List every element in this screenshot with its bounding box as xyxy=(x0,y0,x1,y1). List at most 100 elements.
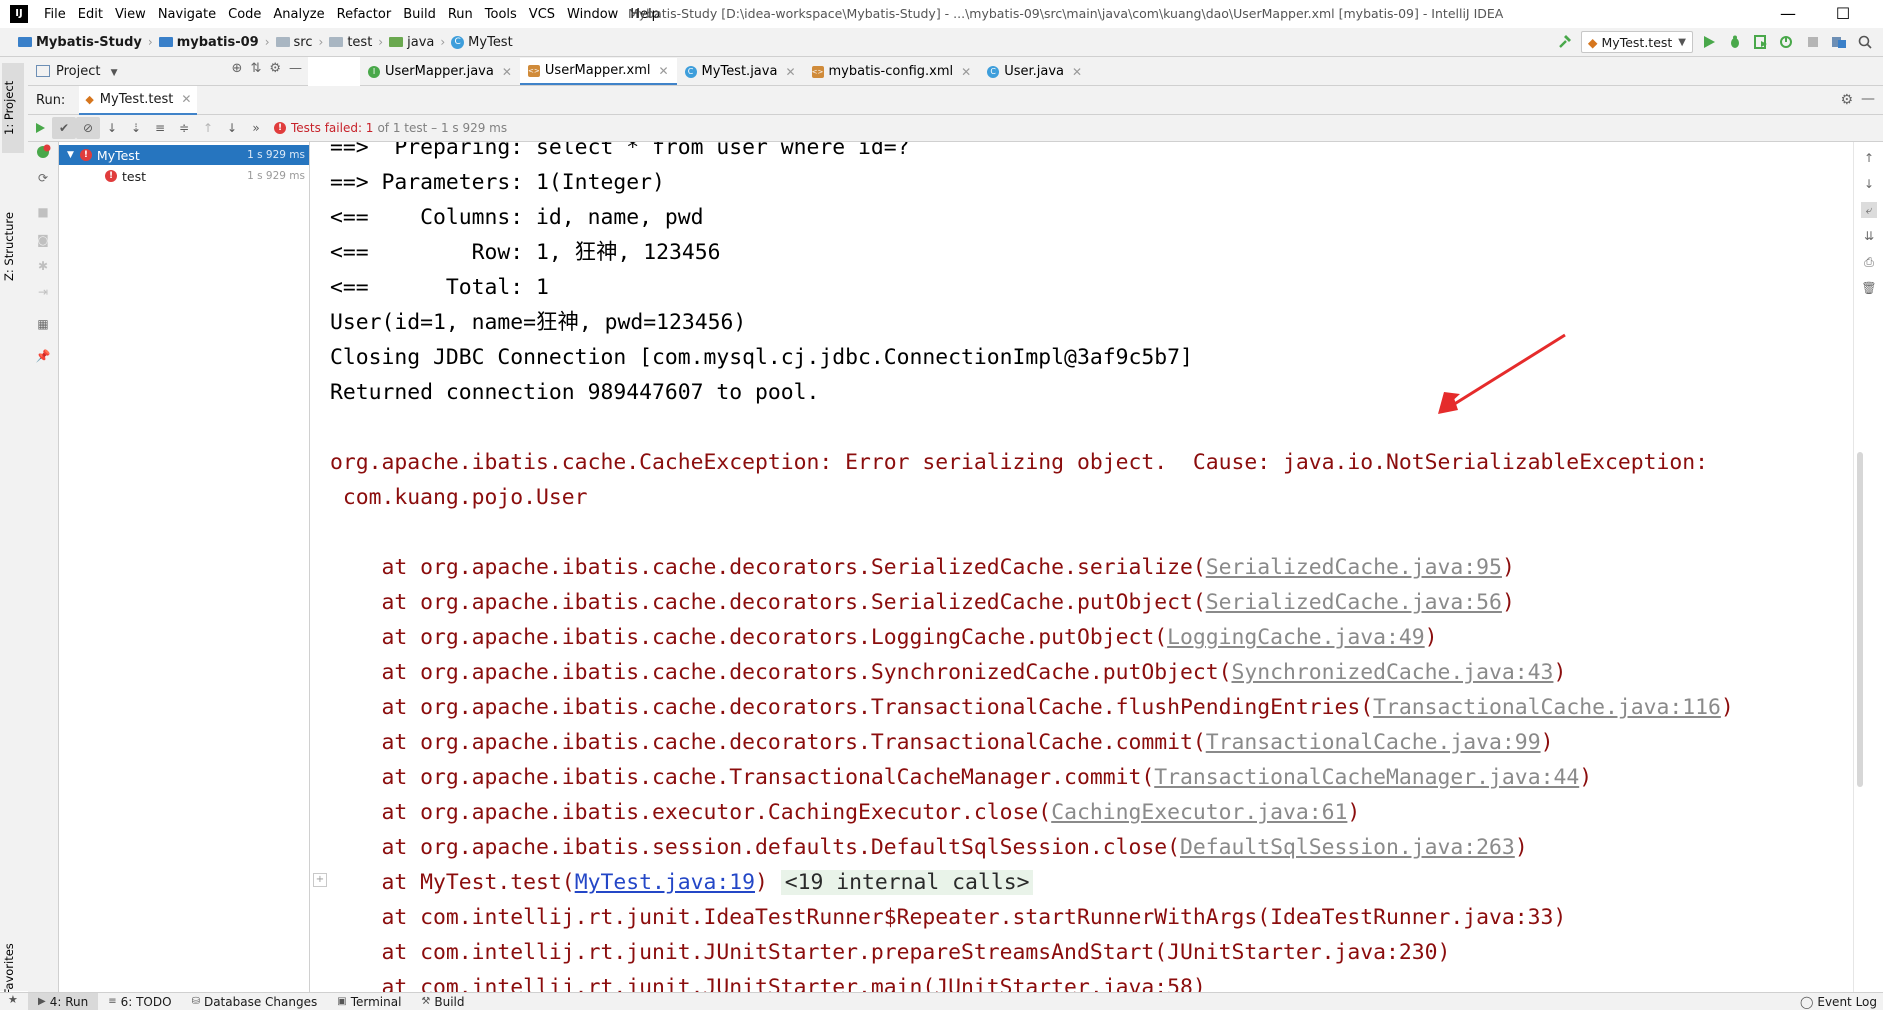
breadcrumb-item[interactable]: java xyxy=(389,35,434,50)
close-icon[interactable]: ✕ xyxy=(961,65,971,79)
breadcrumb-item[interactable]: mybatis-09 xyxy=(158,35,259,50)
bottom-tab[interactable]: ▶ 4: Run xyxy=(28,993,99,1010)
soft-wrap-icon[interactable]: ⤶ xyxy=(1861,202,1877,218)
debug-icon[interactable] xyxy=(1725,32,1745,52)
bottom-tab[interactable]: ▣ Terminal xyxy=(327,993,411,1010)
rerun-failed-icon[interactable] xyxy=(35,144,51,160)
tool-window-structure-tab[interactable]: Z: Structure xyxy=(2,207,24,287)
stack-frame-source-link[interactable]: TransactionalCache.java:116 xyxy=(1373,695,1721,720)
project-structure-icon[interactable] xyxy=(1829,32,1849,52)
hide-panel-icon[interactable]: — xyxy=(1861,91,1875,107)
editor-tab[interactable]: I UserMapper.java ✕ xyxy=(360,58,520,85)
run-tab-mytest[interactable]: ◆ MyTest.test ✕ xyxy=(79,85,198,115)
run-with-coverage-icon[interactable] xyxy=(1751,32,1771,52)
build-hammer-icon[interactable] xyxy=(1555,32,1575,52)
event-log-button[interactable]: ◯ Event Log xyxy=(1800,993,1877,1010)
close-icon[interactable]: ✕ xyxy=(502,65,512,79)
gear-icon[interactable]: ⚙ xyxy=(269,61,281,76)
console-output-line: <== Row: 1, 狂神, 123456 xyxy=(330,240,721,265)
menu-item-refactor[interactable]: Refactor xyxy=(331,7,398,22)
internal-calls-fold[interactable]: <19 internal calls> xyxy=(780,870,1034,895)
editor-tab[interactable]: C User.java ✕ xyxy=(979,58,1090,85)
expand-all-icon[interactable]: ≡ xyxy=(148,117,172,139)
close-icon[interactable]: ✕ xyxy=(181,92,191,106)
hide-panel-icon[interactable]: — xyxy=(289,61,302,76)
up-arrow-icon[interactable]: ↑ xyxy=(1861,150,1877,166)
editor-tab[interactable]: C MyTest.java ✕ xyxy=(677,58,804,85)
more-actions-icon[interactable]: » xyxy=(244,117,268,139)
stack-frame-source-link[interactable]: DefaultSqlSession.java:263 xyxy=(1180,835,1515,860)
menu-item-code[interactable]: Code xyxy=(222,7,267,22)
stack-frame-source-link[interactable]: CachingExecutor.java:61 xyxy=(1051,800,1347,825)
stack-frame-source-link[interactable]: MyTest.java:19 xyxy=(575,870,755,895)
profile-icon[interactable] xyxy=(1777,32,1797,52)
import-tests-icon[interactable]: ⇥ xyxy=(35,284,51,300)
collapse-all-icon[interactable]: ≑ xyxy=(172,117,196,139)
search-everywhere-icon[interactable] xyxy=(1855,32,1875,52)
stop-icon[interactable] xyxy=(1803,32,1823,52)
breadcrumb-item[interactable]: src xyxy=(275,35,313,50)
fold-expand-icon[interactable]: + xyxy=(313,873,327,887)
menu-item-window[interactable]: Window xyxy=(561,7,624,22)
minimize-button[interactable]: — xyxy=(1765,0,1811,28)
menu-item-run[interactable]: Run xyxy=(442,7,479,22)
show-passed-toggle-icon[interactable]: ✔ xyxy=(52,117,76,139)
collapse-all-icon[interactable]: ⇅ xyxy=(250,61,261,76)
close-icon[interactable]: ✕ xyxy=(658,64,668,78)
rerun-icon[interactable] xyxy=(28,117,52,139)
test-tree: ▼ ! MyTest 1 s 929 ms ! test 1 s 929 ms xyxy=(59,142,310,992)
menu-item-tools[interactable]: Tools xyxy=(479,7,523,22)
editor-tab-label: User.java xyxy=(1004,64,1065,79)
breadcrumb-item[interactable]: Mybatis-Study xyxy=(18,35,142,50)
stop-icon[interactable]: ■ xyxy=(35,204,51,220)
gear-icon[interactable]: ⚙ xyxy=(1840,92,1853,108)
sort-alphabetically-icon[interactable]: ↓ xyxy=(100,117,124,139)
console-output[interactable]: ==> Preparing: select * from user where … xyxy=(310,142,1853,992)
trash-icon[interactable]: 🗑 xyxy=(1861,280,1877,296)
tool-window-project-tab[interactable]: 1: Project xyxy=(2,63,24,153)
maximize-button[interactable]: ☐ xyxy=(1820,0,1866,28)
menu-item-view[interactable]: View xyxy=(109,7,152,22)
menu-item-edit[interactable]: Edit xyxy=(72,7,109,22)
down-arrow-icon[interactable]: ↓ xyxy=(1861,176,1877,192)
camera-icon[interactable]: ◙ xyxy=(35,232,51,248)
show-ignored-toggle-icon[interactable]: ⊘ xyxy=(76,117,100,139)
stack-frame-source-link[interactable]: SynchronizedCache.java:43 xyxy=(1231,660,1553,685)
stack-frame-source-link[interactable]: TransactionalCacheManager.java:44 xyxy=(1154,765,1579,790)
console-scrollbar[interactable] xyxy=(1857,452,1863,787)
project-view-select[interactable]: Project ▼ xyxy=(56,64,118,79)
menu-item-build[interactable]: Build xyxy=(397,7,442,22)
stack-frame-suffix: ) xyxy=(1514,835,1528,860)
bottom-tab[interactable]: ⚒ Build xyxy=(411,993,474,1010)
toggle-auto-test-icon[interactable]: ⟳ xyxy=(35,170,51,186)
run-configuration-select[interactable]: ◆ MyTest.test ▼ xyxy=(1580,31,1693,53)
scroll-to-end-icon[interactable]: ⇊ xyxy=(1861,228,1877,244)
stack-frame-source-link[interactable]: LoggingCache.java:49 xyxy=(1167,625,1425,650)
run-icon[interactable] xyxy=(1699,32,1719,52)
editor-tab[interactable]: <> UserMapper.xml ✕ xyxy=(519,58,677,85)
next-failed-test-icon[interactable]: ↓ xyxy=(220,117,244,139)
sort-by-duration-icon[interactable]: ⇣ xyxy=(124,117,148,139)
menu-item-navigate[interactable]: Navigate xyxy=(152,7,222,22)
breadcrumb-item[interactable]: test xyxy=(329,35,372,50)
close-icon[interactable]: ✕ xyxy=(785,65,795,79)
breadcrumb-item[interactable]: C MyTest xyxy=(451,35,513,50)
editor-tab[interactable]: <> mybatis-config.xml ✕ xyxy=(804,58,980,85)
menu-item-vcs[interactable]: VCS xyxy=(523,7,561,22)
menu-item-file[interactable]: File xyxy=(38,7,72,22)
stack-frame-source-link[interactable]: SerializedCache.java:56 xyxy=(1206,590,1502,615)
menu-item-analyze[interactable]: Analyze xyxy=(267,7,330,22)
print-icon[interactable]: ⎙ xyxy=(1861,254,1877,270)
tree-node-test[interactable]: ! test 1 s 929 ms xyxy=(59,166,309,186)
close-icon[interactable]: ✕ xyxy=(1072,65,1082,79)
pin-icon[interactable]: 📌 xyxy=(35,348,51,364)
stack-frame-source-link[interactable]: TransactionalCache.java:99 xyxy=(1206,730,1541,755)
layout-icon[interactable]: ▦ xyxy=(35,316,51,332)
previous-failed-test-icon[interactable]: ↑ xyxy=(196,117,220,139)
locate-target-icon[interactable]: ⊕ xyxy=(232,61,243,76)
tree-node-mytest[interactable]: ▼ ! MyTest 1 s 929 ms xyxy=(59,145,309,165)
debug-icon[interactable]: ✱ xyxy=(35,258,51,274)
bottom-tab[interactable]: ⛁ Database Changes xyxy=(182,993,328,1010)
bottom-tab[interactable]: ≡ 6: TODO xyxy=(98,993,181,1010)
stack-frame-source-link[interactable]: SerializedCache.java:95 xyxy=(1206,555,1502,580)
